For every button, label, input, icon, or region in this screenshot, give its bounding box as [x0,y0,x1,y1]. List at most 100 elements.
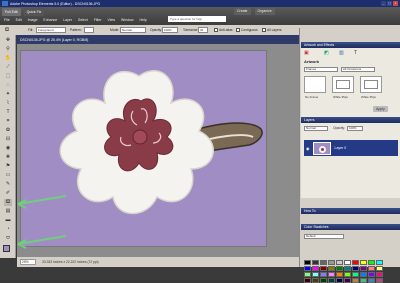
color-swatch[interactable] [368,272,375,277]
color-swatch[interactable] [352,260,359,265]
color-swatch[interactable] [328,278,335,283]
color-swatch[interactable] [360,260,367,265]
straighten-tool-icon[interactable]: ⊟ [4,136,12,143]
type-tool-icon[interactable]: T [4,109,12,116]
filters-icon[interactable]: ▥ [339,50,344,56]
maximize-button[interactable]: ▢ [387,1,392,6]
lasso-tool-icon[interactable]: ◌ [4,82,12,89]
color-swatch[interactable] [312,272,319,277]
color-swatch[interactable] [336,272,343,277]
color-swatch[interactable] [344,272,351,277]
artwork-title: Artwork [304,59,320,64]
artwork-icon[interactable]: ▣ [304,50,309,56]
create-button[interactable]: Create [234,8,251,15]
cookie-cutter-tool-icon[interactable]: ✿ [4,127,12,134]
menu-filter[interactable]: Filter [94,18,102,22]
color-swatch[interactable] [360,272,367,277]
eyedropper-tool-icon[interactable]: ⟋ [4,64,12,71]
color-swatch[interactable] [304,260,311,265]
pencil-tool-icon[interactable]: ✎ [4,181,12,188]
color-swatch[interactable] [336,278,343,283]
healing-brush-tool-icon[interactable]: ✚ [4,154,12,161]
help-search-input[interactable]: Type a question for help [168,16,226,22]
layer-name: Layer 0 [334,146,347,150]
annotation-arrows [17,195,67,249]
marquee-tool-icon[interactable]: ⬚ [4,73,12,80]
swatch-grid [304,260,383,283]
color-swatch[interactable] [352,272,359,277]
tolerance-label: Tolerance: [183,28,199,32]
layer-row[interactable]: ◉ Layer 0 [304,140,398,156]
zoom-tool-icon[interactable]: ⚲ [4,46,12,53]
crop-tool-icon[interactable]: ⌗ [4,118,12,125]
all-layers-checkbox[interactable] [262,28,266,32]
frame-thumb-white-1[interactable] [332,76,354,93]
frame-thumb-none[interactable] [304,76,326,93]
clone-stamp-tool-icon[interactable]: ⚑ [4,163,12,170]
color-swatch[interactable] [336,260,343,265]
blend-mode-select[interactable]: Normal [304,126,328,131]
color-swatch[interactable] [320,260,327,265]
swatch-set-select[interactable]: Default [304,234,344,239]
frame-thumb-white-2[interactable] [360,76,382,93]
minimize-button[interactable]: _ [381,1,386,6]
color-swatch[interactable] [376,272,383,277]
mode-select[interactable]: Normal [120,27,146,33]
quick-fix-button[interactable]: Quick Fix [23,8,45,16]
eraser-tool-icon[interactable]: ▭ [4,172,12,179]
move-tool-icon[interactable]: ✥ [4,37,12,44]
color-swatch[interactable] [376,278,383,283]
zoom-field[interactable]: 25% [20,259,36,265]
color-swatch[interactable] [352,278,359,283]
menu-select[interactable]: Select [78,18,88,22]
apply-button[interactable]: Apply [373,106,388,112]
layer-opacity-field[interactable]: 100% [347,126,363,131]
color-swatch[interactable] [368,260,375,265]
fill-select[interactable]: Foreground [36,27,66,33]
effects-icon[interactable]: ◩ [324,50,329,56]
color-swatch[interactable] [344,260,351,265]
menu-enhance[interactable]: Enhance [43,18,57,22]
color-swatch[interactable] [320,278,327,283]
color-swatch[interactable] [320,272,327,277]
all-layers-label: All Layers [267,28,282,32]
color-swatch[interactable] [312,278,319,283]
tolerance-field[interactable]: 32 [198,27,208,33]
red-eye-tool-icon[interactable]: ◉ [4,145,12,152]
menu-file[interactable]: File [4,18,10,22]
pattern-picker[interactable] [84,27,94,33]
color-swatch[interactable] [368,278,375,283]
menu-view[interactable]: View [108,18,116,22]
menu-window[interactable]: Window [121,18,133,22]
close-button[interactable]: x [393,1,398,6]
hand-tool-icon[interactable]: ✋ [4,55,12,62]
selection-brush-tool-icon[interactable]: ⌇ [4,100,12,107]
color-swatch[interactable] [376,260,383,265]
color-swatch[interactable] [344,278,351,283]
full-edit-button[interactable]: Full Edit [2,8,21,16]
frames-select[interactable]: Frames [304,67,338,72]
menu-edit[interactable]: Edit [16,18,22,22]
color-swatch[interactable] [312,260,319,265]
organize-button[interactable]: Organize [254,8,275,15]
palette-bin: Artwork and Effects ▣ ◩ ▥ T Artwork Fram… [299,28,400,283]
contiguous-checkbox[interactable] [236,28,240,32]
occasions-select[interactable]: All Occasions [341,67,375,72]
color-swatch[interactable] [304,278,311,283]
eye-icon[interactable]: ◉ [306,146,310,151]
color-swatch[interactable] [328,272,335,277]
color-swatch[interactable] [328,260,335,265]
window-controls: _ ▢ x [381,1,398,6]
menu-layer[interactable]: Layer [63,18,72,22]
anti-alias-checkbox[interactable] [214,28,218,32]
frame-thumb-none-label: No Frame [305,95,319,99]
menu-image[interactable]: Image [28,18,38,22]
magic-wand-tool-icon[interactable]: ✦ [4,91,12,98]
color-swatches-header[interactable]: Color Swatches [301,224,400,230]
text-effects-icon[interactable]: T [354,50,357,56]
opacity-field[interactable]: 100% [162,27,178,33]
color-swatch[interactable] [360,278,367,283]
how-to-header[interactable]: How To [301,208,400,214]
menu-help[interactable]: Help [140,18,147,22]
color-swatch[interactable] [304,272,311,277]
